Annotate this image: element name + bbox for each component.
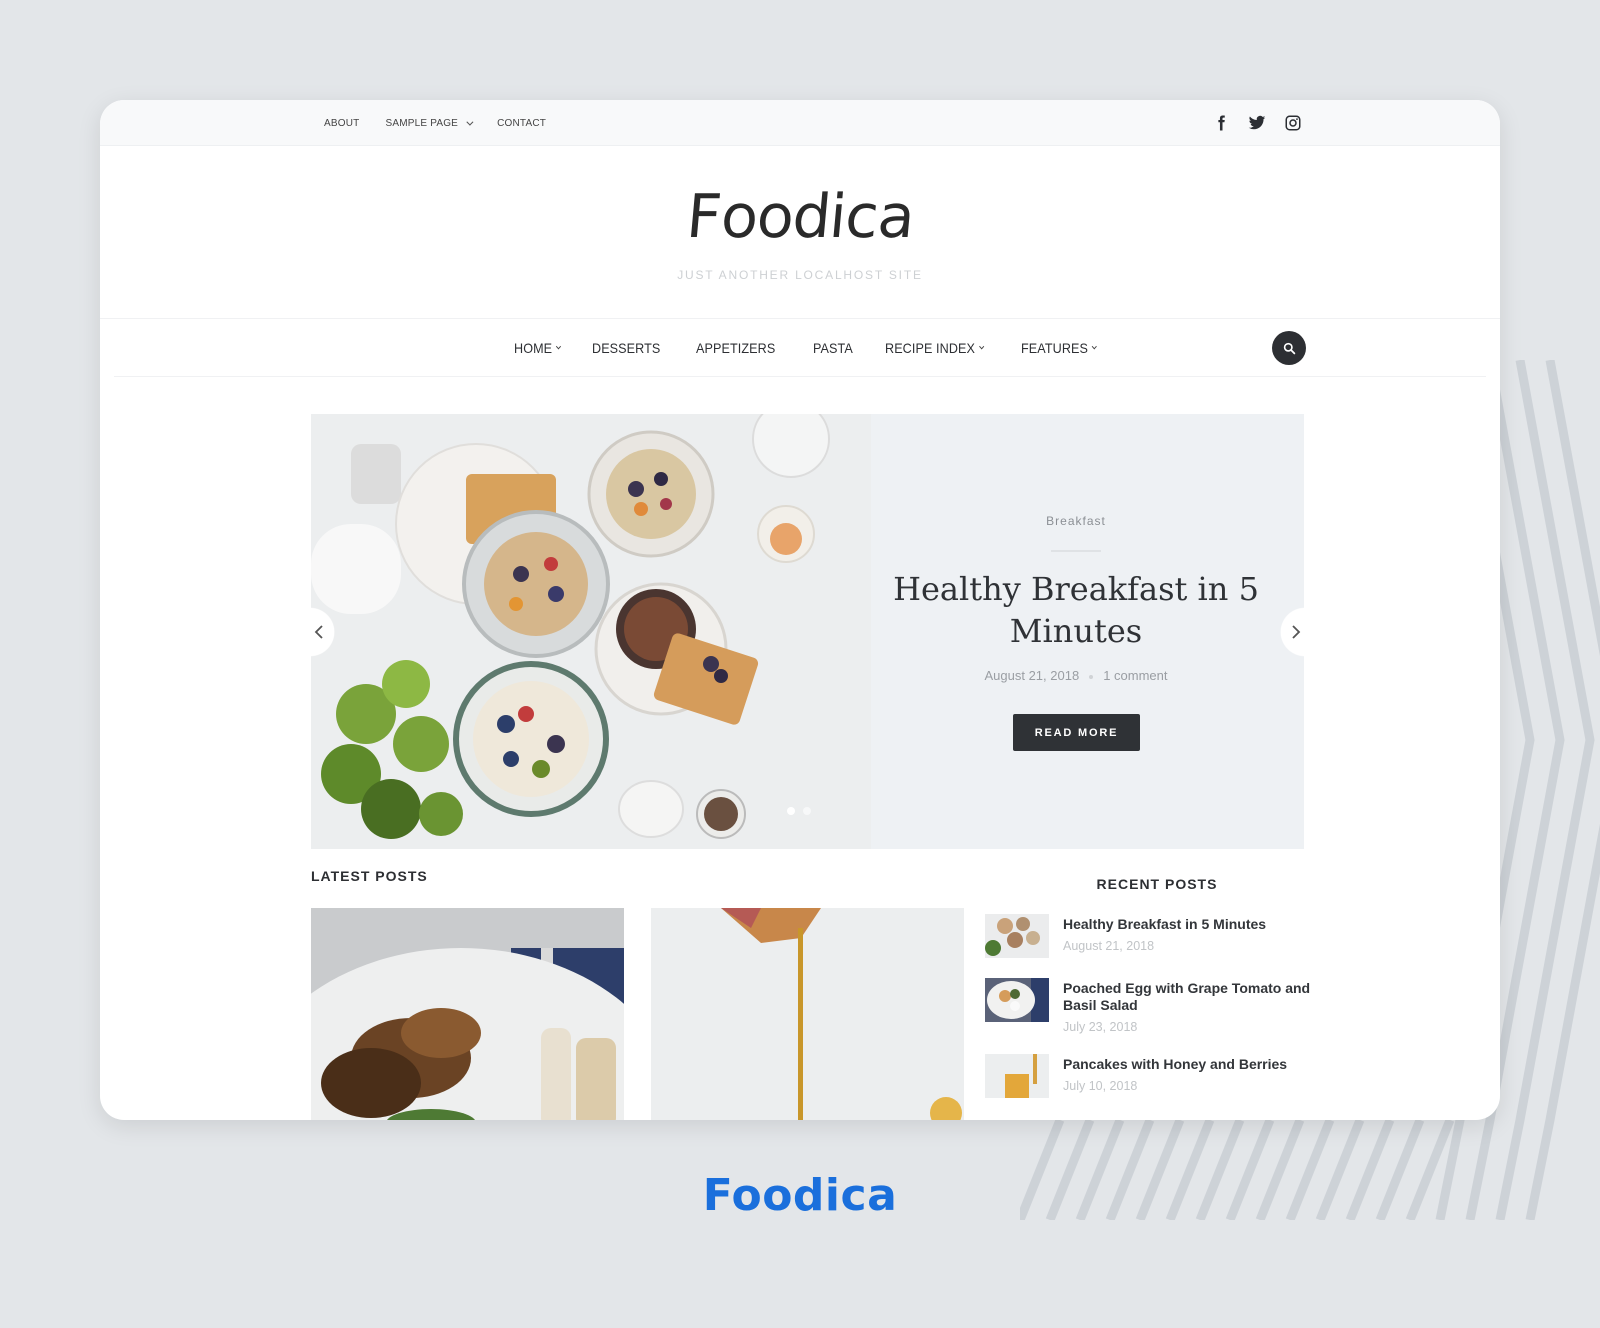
recent-post-title[interactable]: Pancakes with Honey and Berries <box>1063 1056 1287 1073</box>
site-header: Foodica JUST ANOTHER LOCALHOST SITE <box>100 146 1500 319</box>
search-button[interactable] <box>1272 331 1306 365</box>
nav-item-features-label: FEATURES <box>1020 340 1088 356</box>
recent-posts-widget: RECENT POSTS Healthy Breakfast in 5 Minu… <box>985 870 1315 1118</box>
hero-divider <box>1051 550 1101 552</box>
top-nav-contact[interactable]: CONTACT <box>497 118 546 129</box>
recent-posts-heading: RECENT POSTS <box>1096 876 1218 892</box>
recent-post-title[interactable]: Poached Egg with Grape Tomato and Basil … <box>1063 980 1315 1014</box>
recent-post-date: August 21, 2018 <box>1063 939 1155 953</box>
site-logo[interactable]: Foodica <box>100 182 1500 252</box>
meta-separator <box>1089 674 1094 679</box>
top-nav-sample-page-label: SAMPLE PAGE <box>385 117 459 129</box>
chevron-down-icon <box>979 343 985 350</box>
slider-prev-button[interactable] <box>311 607 341 657</box>
top-nav-sample-page[interactable]: SAMPLE PAGE <box>385 117 474 129</box>
hero-slider: Breakfast Healthy Breakfast in 5 Minutes… <box>311 414 1304 849</box>
recent-post-item[interactable]: Healthy Breakfast in 5 Minutes August 21… <box>985 914 1315 958</box>
latest-posts-heading: LATEST POSTS <box>311 868 428 884</box>
nav-item-pasta[interactable]: PASTA <box>813 340 853 356</box>
brand-caption: Foodica <box>702 1170 898 1221</box>
post-thumbnail-image <box>985 1054 1049 1098</box>
post-thumbnail <box>311 908 624 1120</box>
read-more-button[interactable]: READ MORE <box>1013 714 1140 751</box>
top-nav: ABOUT SAMPLE PAGE CONTACT <box>324 100 546 146</box>
twitter-icon[interactable] <box>1248 114 1266 132</box>
recent-post-date: July 23, 2018 <box>1063 1020 1138 1034</box>
search-icon <box>1283 342 1295 354</box>
nav-item-desserts-label: DESSERTS <box>592 340 661 356</box>
recent-post-item[interactable]: Pancakes with Honey and Berries July 10,… <box>985 1054 1315 1098</box>
hero-category[interactable]: Breakfast <box>876 514 1276 528</box>
nav-item-home-label: HOME <box>514 340 553 356</box>
social-links <box>1212 100 1302 146</box>
chevron-right-icon <box>1292 625 1301 639</box>
recent-post-thumbnail[interactable] <box>985 1054 1049 1098</box>
chevron-down-icon <box>1092 343 1098 350</box>
hero-title[interactable]: Healthy Breakfast in 5 Minutes <box>876 568 1276 652</box>
slider-dot[interactable] <box>803 807 811 815</box>
slider-next-button[interactable] <box>1274 607 1304 657</box>
hero-content: Breakfast Healthy Breakfast in 5 Minutes… <box>876 414 1276 849</box>
slider-dots <box>787 807 811 815</box>
post-thumbnail-image <box>985 978 1049 1022</box>
latest-post-card[interactable] <box>311 908 624 1120</box>
post-thumbnail <box>651 908 964 1120</box>
top-nav-contact-label: CONTACT <box>497 117 547 129</box>
chevron-down-icon <box>466 118 474 126</box>
recent-post-date: July 10, 2018 <box>1063 1079 1138 1093</box>
slider-dot[interactable] <box>787 807 795 815</box>
hero-meta: August 21, 2018 1 comment <box>876 668 1276 683</box>
nav-item-home[interactable]: HOME <box>514 340 562 356</box>
recent-post-thumbnail[interactable] <box>985 914 1049 958</box>
latest-post-card[interactable] <box>651 908 964 1120</box>
post-thumbnail-image <box>985 914 1049 958</box>
facebook-icon[interactable] <box>1212 114 1230 132</box>
top-nav-about[interactable]: ABOUT <box>324 118 359 129</box>
nav-item-features[interactable]: FEATURES <box>1020 340 1098 356</box>
recent-post-thumbnail[interactable] <box>985 978 1049 1022</box>
recent-post-title[interactable]: Healthy Breakfast in 5 Minutes <box>1063 916 1266 933</box>
instagram-icon[interactable] <box>1284 114 1302 132</box>
hero-date: August 21, 2018 <box>984 668 1080 683</box>
nav-item-pasta-label: PASTA <box>812 340 853 356</box>
main-nav: HOME DESSERTS APPETIZERS PASTA RECIPE IN… <box>114 319 1486 377</box>
nav-item-recipe-index-label: RECIPE INDEX <box>884 340 975 356</box>
nav-item-recipe-index[interactable]: RECIPE INDEX <box>884 340 985 356</box>
top-bar: ABOUT SAMPLE PAGE CONTACT <box>100 100 1500 146</box>
chevron-left-icon <box>314 625 323 639</box>
top-nav-about-label: ABOUT <box>324 117 360 129</box>
website-preview-frame: ABOUT SAMPLE PAGE CONTACT Foodica JUST A… <box>100 100 1500 1120</box>
site-tagline: JUST ANOTHER LOCALHOST SITE <box>677 268 923 282</box>
nav-item-desserts[interactable]: DESSERTS <box>592 340 660 356</box>
hero-image <box>311 414 871 849</box>
nav-item-appetizers-label: APPETIZERS <box>696 340 776 356</box>
hero-comments[interactable]: 1 comment <box>1103 668 1167 683</box>
nav-item-appetizers[interactable]: APPETIZERS <box>696 340 775 356</box>
recent-post-item[interactable]: Poached Egg with Grape Tomato and Basil … <box>985 978 1315 1034</box>
chevron-down-icon <box>556 343 562 350</box>
